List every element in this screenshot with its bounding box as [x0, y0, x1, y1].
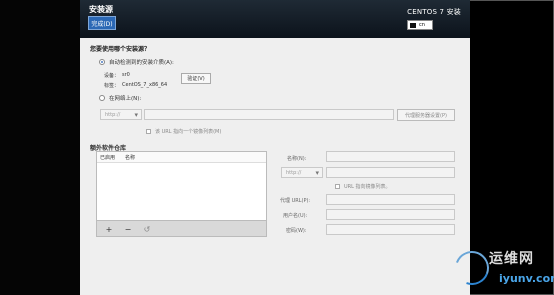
- username-input[interactable]: [326, 209, 455, 220]
- installation-source-panel: 您要使用哪个安装源？ 自动检测到的安装介质(A): 设备： sr0 标签： Ce…: [80, 38, 470, 295]
- network-url-input[interactable]: [144, 109, 394, 120]
- mirror-list-checkbox[interactable]: [146, 129, 151, 134]
- repo-protocol-dropdown[interactable]: http://: [281, 167, 323, 178]
- repo-table-header: 已启用 名称: [97, 152, 266, 163]
- keyboard-layout-label: cn: [419, 22, 425, 28]
- done-button[interactable]: 完成(D): [88, 16, 116, 30]
- username-label: 用户名(U):: [283, 213, 308, 219]
- watermark-url: iyunv.com: [499, 272, 554, 285]
- device-value: sr0: [122, 72, 130, 78]
- repo-name-label: 名称(N):: [287, 156, 307, 162]
- verify-button[interactable]: 验证(V): [181, 73, 211, 84]
- watermark: 运维网 iyunv.com: [449, 245, 554, 292]
- network-protocol-dropdown[interactable]: http://: [100, 109, 142, 120]
- enabled-column-header: 已启用: [100, 155, 116, 161]
- proxy-url-input[interactable]: [326, 194, 455, 205]
- device-label: 设备：: [104, 73, 120, 79]
- name-column-header: 名称: [125, 155, 136, 161]
- reset-repos-button[interactable]: ↺: [140, 224, 154, 234]
- repo-mirror-label: URL 指向镜像列表。: [344, 184, 391, 190]
- network-radio[interactable]: [99, 95, 105, 101]
- repo-url-input[interactable]: [326, 167, 455, 178]
- add-repo-button[interactable]: +: [102, 224, 116, 234]
- keyboard-icon: [410, 22, 416, 28]
- proxy-url-label: 代理 URL(P):: [280, 198, 311, 204]
- remove-repo-button[interactable]: −: [121, 224, 135, 234]
- header-bar: 安装源 完成(D) CENTOS 7 安装 cn: [80, 0, 470, 38]
- os-version-label: CENTOS 7 安装: [407, 8, 461, 16]
- left-background: [0, 0, 80, 295]
- keyboard-layout-indicator[interactable]: cn: [407, 20, 433, 30]
- password-label: 密码(W):: [286, 228, 307, 234]
- mirror-list-label: 该 URL 指向一个镜像列表(M): [155, 129, 222, 135]
- proxy-settings-button[interactable]: 代理服务器设置(P): [397, 109, 455, 121]
- watermark-logo-icon: [449, 245, 495, 291]
- repo-toolbar: + − ↺: [96, 221, 267, 237]
- watermark-title: 运维网: [489, 251, 534, 267]
- repo-table[interactable]: 已启用 名称: [96, 151, 267, 221]
- repo-mirror-checkbox[interactable]: [335, 184, 340, 189]
- label-label: 标签：: [104, 83, 120, 89]
- page-title: 安装源: [89, 5, 113, 14]
- network-label: 在网络上(N):: [109, 96, 142, 102]
- source-question: 您要使用哪个安装源？: [90, 46, 151, 53]
- auto-detect-label: 自动检测到的安装介质(A):: [109, 60, 174, 66]
- label-value: CentOS_7_x86_64: [122, 82, 168, 88]
- repo-name-input[interactable]: [326, 151, 455, 162]
- password-input[interactable]: [326, 224, 455, 235]
- auto-detect-radio[interactable]: [99, 59, 105, 65]
